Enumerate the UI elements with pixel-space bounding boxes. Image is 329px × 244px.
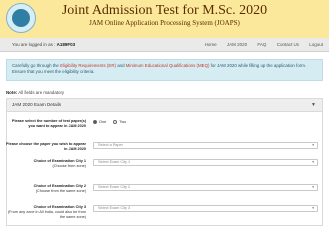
nav-logout-link[interactable]: Logout [309, 42, 323, 47]
mandatory-note: Note: All fields are mandatory [6, 90, 65, 95]
city3-select[interactable]: Select Exam City 3 ▾ [93, 205, 318, 212]
caret-down-icon: ▾ [312, 143, 314, 147]
caret-down-icon: ▾ [312, 185, 314, 189]
top-navbar: You are logged in as : A189F03 Home JAM … [0, 38, 329, 52]
radio-two[interactable] [113, 120, 118, 124]
nav-jam2020-link[interactable]: JAM 2020 [227, 42, 247, 47]
city2-select[interactable]: Select Exam City 2 ▾ [93, 184, 318, 191]
radio-one[interactable] [93, 120, 97, 124]
chevron-down-icon[interactable]: ▼ [311, 99, 316, 111]
page-title: Joint Admission Test for M.Sc. 2020 [61, 3, 268, 18]
nav-links: Home JAM 2020 FAQ Contact Us Logout [196, 42, 323, 47]
eligibility-link[interactable]: Eligibility Requirements (ER) [60, 63, 116, 68]
user-id: A189F03 [56, 42, 76, 47]
nav-faq-link[interactable]: FAQ [257, 42, 266, 47]
header-banner: Joint Admission Test for M.Sc. 2020 JAM … [0, 0, 329, 38]
paper-select[interactable]: Select a Paper ▾ [93, 142, 318, 149]
city1-select[interactable]: Select Exam City 1 ▾ [93, 159, 318, 166]
nav-home-link[interactable]: Home [205, 42, 217, 47]
eligibility-notice: Carefully go through the Eligibility Req… [6, 59, 323, 81]
login-status: You are logged in as : A189F03 [12, 42, 76, 47]
caret-down-icon: ▾ [312, 160, 314, 164]
nav-contact-link[interactable]: Contact Us [277, 42, 299, 47]
exam-details-panel: JAM 2020 Exam Details ▼ Please select th… [6, 98, 323, 226]
meq-link[interactable]: Minimum Educational Qualifications (MEQ) [126, 63, 210, 68]
page-subtitle: JAM Online Application Processing System… [89, 19, 240, 27]
paper-count-radios: One Two [93, 120, 132, 124]
panel-header[interactable]: JAM 2020 Exam Details ▼ [7, 99, 322, 112]
caret-down-icon: ▾ [312, 206, 314, 210]
